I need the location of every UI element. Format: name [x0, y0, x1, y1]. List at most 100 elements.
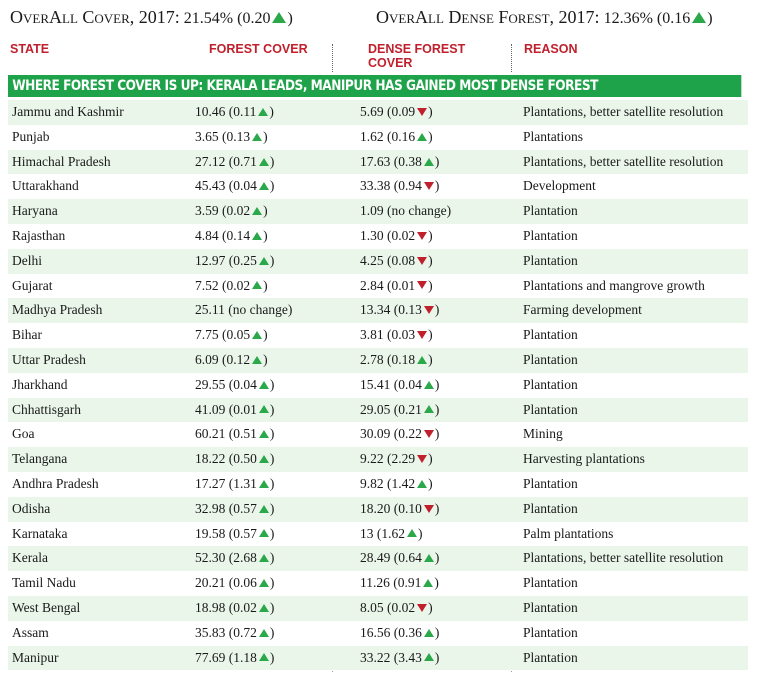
state-cell-text: Uttarakhand	[12, 178, 79, 194]
overall-dense-label: OverAll Dense Forest, 2017:	[376, 7, 600, 27]
dense-forest-cell: 33.22 (3.43)	[360, 646, 439, 671]
reason-cell-text: Plantation	[523, 351, 578, 367]
state-cell: Delhi	[12, 249, 42, 274]
up-arrow-icon	[423, 380, 434, 389]
forest-cover-cell: 29.55 (0.04)	[195, 373, 274, 398]
paren-close: )	[263, 128, 268, 144]
paren-close: )	[269, 376, 275, 392]
reason-cell: Plantation	[523, 571, 578, 596]
reason-cell: Plantation	[523, 621, 578, 646]
paren-close: )	[428, 227, 433, 243]
column-divider	[332, 44, 333, 72]
forest-cover-cell: 27.12 (0.71)	[195, 150, 274, 175]
state-cell: Tamil Nadu	[12, 571, 76, 596]
forest-cover-cell: 18.98 (0.02)	[195, 596, 274, 621]
forest-cover-cell: 45.43 (0.04)	[195, 174, 274, 199]
paren-close: )	[434, 649, 440, 665]
forest-cover-cell-text: 52.30 (2.68	[195, 550, 257, 566]
dense-forest-cell-text: 3.81 (0.03	[360, 327, 416, 343]
forest-cover-cell-text: 7.52 (0.02	[195, 277, 251, 293]
dense-forest-cell: 2.78 (0.18)	[360, 348, 433, 373]
up-arrow-icon	[258, 653, 269, 662]
reason-cell: Plantation	[523, 323, 578, 348]
forest-cover-cell: 25.11 (no change)	[195, 298, 292, 323]
reason-cell-text: Mining	[523, 426, 563, 442]
up-arrow-icon	[252, 355, 263, 364]
reason-cell-text: Plantations, better satellite resolution	[523, 104, 724, 119]
dense-forest-cell-text: 17.63 (0.38	[360, 153, 422, 169]
dense-forest-cell-text: 28.49 (0.64	[360, 550, 422, 566]
up-arrow-icon	[258, 479, 269, 488]
reason-cell: Plantation	[523, 373, 578, 398]
forest-cover-cell: 52.30 (2.68)	[195, 546, 274, 571]
reason-cell-text: Harvesting plantations	[523, 451, 645, 467]
up-arrow-icon	[258, 107, 269, 116]
table-row: Punjab 3.65 (0.13) 1.62 (0.16) Plantations	[8, 124, 748, 150]
state-cell-text: Odisha	[12, 500, 51, 516]
paren-close: )	[269, 525, 275, 541]
table-row: Uttarakhand 45.43 (0.04) 33.38 (0.94) Devel…	[8, 174, 748, 200]
overall-cover: OverAll Cover, 2017: 21.54% (0.20)	[10, 7, 293, 28]
paren-close: )	[269, 104, 274, 119]
table-row: Jharkhand 29.55 (0.04) 15.41 (0.04) Plantat…	[8, 372, 748, 398]
forest-cover-cell-text: 10.46 (0.11	[195, 104, 257, 119]
paren-close: )	[434, 550, 440, 566]
reason-cell: Plantations, better satellite resolution	[523, 546, 723, 571]
up-arrow-icon	[258, 430, 269, 439]
paren-close: )	[428, 327, 433, 343]
state-cell: Assam	[12, 621, 49, 646]
down-arrow-icon	[417, 231, 428, 240]
up-arrow-icon	[258, 405, 269, 414]
reason-cell: Plantation	[523, 596, 578, 621]
forest-cover-cell-text: 18.98 (0.02	[195, 599, 257, 615]
state-cell: Uttarakhand	[12, 174, 79, 199]
reason-cell-text: Plantation	[523, 599, 578, 615]
column-header-dense-forest-cover: DENSE FOREST COVER	[368, 42, 466, 70]
section-banner: Where forest cover is up: Kerala leads, …	[8, 75, 742, 97]
paren-close: )	[418, 525, 423, 541]
state-cell-text: Tamil Nadu	[12, 575, 76, 591]
state-cell: Haryana	[12, 199, 58, 224]
dense-forest-cell-text: 9.22 (2.29	[360, 451, 416, 467]
forest-cover-cell: 35.83 (0.72)	[195, 621, 274, 646]
paren-close: )	[269, 252, 275, 268]
state-cell: Manipur	[12, 646, 59, 671]
state-cell-text: Goa	[12, 426, 35, 442]
table-row: Telangana 18.22 (0.50) 9.22 (2.29) Harvesti…	[8, 447, 748, 472]
state-cell-text: Jharkhand	[12, 376, 68, 392]
reason-cell: Farming development	[523, 298, 642, 323]
state-cell: Uttar Pradesh	[12, 348, 86, 373]
dense-forest-cell: 8.05 (0.02)	[360, 596, 433, 621]
forest-cover-cell: 19.58 (0.57)	[195, 522, 274, 547]
table-row: Gujarat 7.52 (0.02) 2.84 (0.01) Plantations…	[8, 273, 748, 299]
reason-cell: Mining	[523, 422, 563, 447]
reason-cell-text: Plantation	[523, 624, 578, 640]
forest-cover-cell: 12.97 (0.25)	[195, 249, 274, 274]
table-row: Haryana 3.59 (0.02) 1.09 (no change) Planta…	[8, 199, 748, 224]
up-arrow-icon	[417, 355, 428, 364]
table-row: Delhi 12.97 (0.25) 4.25 (0.08) Plantation	[8, 248, 748, 274]
state-cell: Telangana	[12, 447, 67, 472]
state-cell: West Bengal	[12, 596, 80, 621]
paren-close: )	[269, 475, 275, 491]
dense-forest-cell-text: 18.20 (0.10	[360, 500, 422, 516]
state-cell-text: Rajasthan	[12, 227, 66, 243]
paren-close: )	[269, 426, 275, 442]
forest-cover-cell-text: 35.83 (0.72	[195, 624, 257, 640]
overall-cover-label: OverAll Cover, 2017:	[10, 7, 180, 27]
up-arrow-icon	[258, 628, 269, 637]
column-divider	[511, 44, 512, 72]
summary-line: OverAll Cover, 2017: 21.54% (0.20) OverA…	[0, 7, 759, 33]
forest-cover-cell-text: 27.12 (0.71	[195, 153, 257, 169]
forest-cover-cell-text: 12.97 (0.25	[195, 252, 257, 268]
up-arrow-icon	[423, 628, 434, 637]
table-row: Madhya Pradesh 25.11 (no change) 13.34 (0.…	[8, 298, 748, 324]
overall-cover-close: )	[287, 10, 293, 27]
reason-cell: Plantation	[523, 398, 578, 423]
dense-forest-cell: 9.22 (2.29)	[360, 447, 433, 472]
paren-close: )	[428, 451, 433, 467]
overall-dense-forest: OverAll Dense Forest, 2017: 12.36% (0.16…	[376, 7, 713, 28]
paren-close: )	[263, 277, 268, 293]
table-row: Kerala 52.30 (2.68) 28.49 (0.64) Plantation…	[8, 546, 748, 572]
up-arrow-icon	[258, 554, 269, 563]
